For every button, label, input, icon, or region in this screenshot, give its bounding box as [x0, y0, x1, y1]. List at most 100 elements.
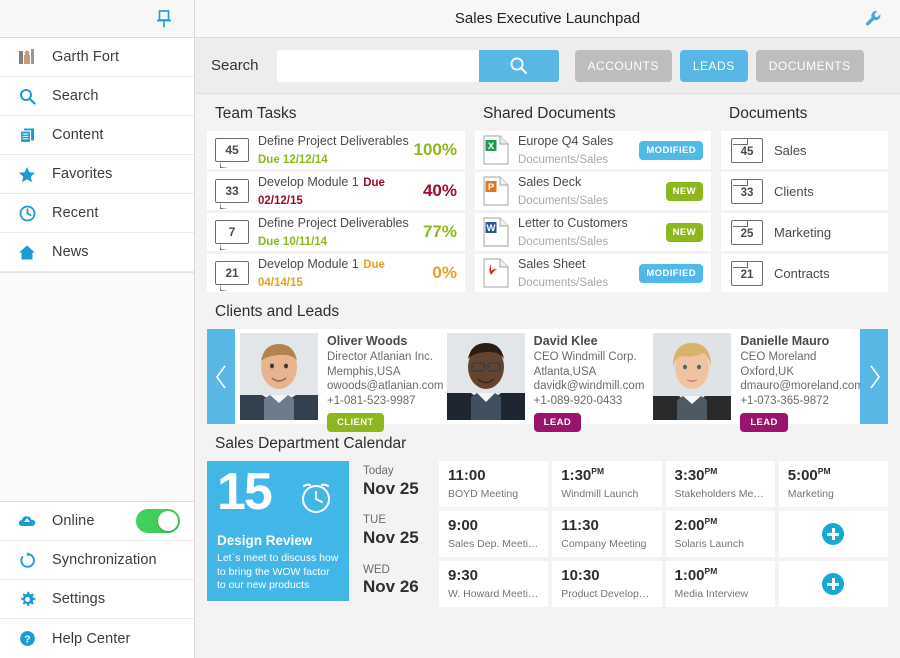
event-time: 3:30PM: [675, 467, 766, 485]
sidebar-item-label: Favorites: [52, 166, 113, 182]
tab-documents[interactable]: DOCUMENTS: [756, 50, 864, 82]
contact-email: davidk@windmill.com: [534, 379, 645, 394]
calendar-event-cell[interactable]: 9:30 W. Howard Meeting: [439, 561, 548, 607]
sidebar-item-synchronization[interactable]: Synchronization: [0, 541, 194, 580]
calendar-event-cell[interactable]: 11:00 BOYD Meeting: [439, 461, 548, 507]
plus-circle-icon[interactable]: [822, 573, 844, 595]
calendar-event-cell[interactable]: 10:30 Product Development: [552, 561, 661, 607]
folder-icon: 21: [731, 261, 763, 286]
wrench-icon[interactable]: [864, 9, 884, 29]
calendar-event-cell[interactable]: 1:00PM Media Interview: [666, 561, 775, 607]
documents-list: 45 Sales 33 Clients 25 Marketing 21: [721, 131, 888, 292]
calendar-event-cell[interactable]: 3:30PM Stakeholders Meeting: [666, 461, 775, 507]
calendar-highlight-card[interactable]: 15 Design Review Let`s meet to discuss h…: [207, 461, 349, 601]
folder-count: 45: [741, 147, 754, 162]
tab-accounts[interactable]: ACCOUNTS: [575, 50, 672, 82]
sidebar-item-help-center[interactable]: ? Help Center: [0, 619, 194, 658]
carousel-next-button[interactable]: [860, 329, 888, 424]
team-tasks-title: Team Tasks: [207, 94, 465, 131]
sidebar: Garth Fort Search Content Favorites: [0, 0, 195, 658]
search-input[interactable]: [277, 50, 479, 82]
task-row[interactable]: 21 Develop Module 1 Due 04/14/15 0%: [207, 254, 465, 292]
calendar-event-cell[interactable]: 2:00PM Solaris Launch: [666, 511, 775, 557]
folder-row[interactable]: 25 Marketing: [721, 213, 888, 251]
calendar-date-label: Today: [363, 465, 435, 479]
document-row[interactable]: Sales Sheet Documents/Sales MODIFIED: [475, 254, 711, 292]
event-description: Windmill Launch: [561, 488, 652, 502]
svg-text:?: ?: [24, 633, 30, 645]
sidebar-item-online[interactable]: Online: [0, 502, 194, 541]
documents-title: Documents: [721, 94, 888, 131]
shared-documents-title: Shared Documents: [475, 94, 711, 131]
event-description: W. Howard Meeting: [448, 588, 539, 602]
task-row[interactable]: 7 Define Project Deliverables Due 10/11/…: [207, 213, 465, 251]
calendar-event-cell[interactable]: 1:30PM Windmill Launch: [552, 461, 661, 507]
task-percent: 0%: [432, 263, 457, 283]
calendar-date: TUE Nov 25: [363, 514, 435, 547]
panels-row: Team Tasks 45 Define Project Deliverable…: [207, 94, 888, 292]
contact-card[interactable]: Danielle Mauro CEO Moreland Oxford,UK dm…: [653, 329, 860, 424]
sidebar-item-content[interactable]: Content: [0, 116, 194, 155]
carousel-prev-button[interactable]: [207, 329, 235, 424]
event-time: 11:00: [448, 467, 539, 485]
contact-location: Oxford,UK: [740, 365, 856, 380]
task-count-bubble-icon: 21: [215, 261, 249, 285]
folder-row[interactable]: 21 Contracts: [721, 254, 888, 292]
task-percent: 100%: [414, 140, 457, 160]
contact-card[interactable]: David Klee CEO Windmill Corp. Atlanta,US…: [447, 329, 654, 424]
powerpoint-file-icon: P: [483, 176, 509, 206]
document-text: Sales Sheet Documents/Sales: [518, 255, 639, 291]
contact-role: Director Atlanian Inc.: [327, 350, 443, 365]
search-button[interactable]: [479, 50, 559, 82]
status-badge: MODIFIED: [639, 264, 703, 283]
calendar-event-row: 9:30 W. Howard Meeting 10:30 Product Dev…: [439, 561, 888, 607]
contact-location: Memphis,USA: [327, 365, 443, 380]
sidebar-item-favorites[interactable]: Favorites: [0, 155, 194, 194]
contact-tag: LEAD: [740, 413, 787, 432]
content-icon: [14, 124, 40, 146]
online-toggle[interactable]: [136, 509, 180, 533]
document-name: Europe Q4 Sales: [518, 134, 613, 148]
tab-leads[interactable]: LEADS: [680, 50, 748, 82]
calendar-add-event-cell[interactable]: [779, 511, 888, 557]
sidebar-nav: Garth Fort Search Content Favorites: [0, 38, 194, 272]
sidebar-item-settings[interactable]: Settings: [0, 580, 194, 619]
folder-row[interactable]: 45 Sales: [721, 131, 888, 169]
cloud-icon: [14, 510, 40, 532]
sidebar-item-user[interactable]: Garth Fort: [0, 38, 194, 77]
plus-circle-icon[interactable]: [822, 523, 844, 545]
calendar-section: 15 Design Review Let`s meet to discuss h…: [207, 461, 888, 601]
calendar-event-cell[interactable]: 11:30 Company Meeting: [552, 511, 661, 557]
document-path: Documents/Sales: [518, 195, 608, 207]
contact-name: Oliver Woods: [327, 333, 443, 350]
folder-icon: 25: [731, 220, 763, 245]
event-description: Stakeholders Meeting: [675, 488, 766, 502]
calendar-date-value: Nov 26: [363, 577, 435, 597]
task-row[interactable]: 45 Define Project Deliverables Due 12/12…: [207, 131, 465, 169]
document-row[interactable]: W Letter to Customers Documents/Sales NE…: [475, 213, 711, 251]
document-row[interactable]: X Europe Q4 Sales Documents/Sales MODIFI…: [475, 131, 711, 169]
search-icon: [14, 85, 40, 107]
contact-card[interactable]: Oliver Woods Director Atlanian Inc. Memp…: [240, 329, 447, 424]
sidebar-item-label: Synchronization: [52, 552, 157, 568]
document-row[interactable]: P Sales Deck Documents/Sales NEW: [475, 172, 711, 210]
sidebar-item-recent[interactable]: Recent: [0, 194, 194, 233]
contact-info: Oliver Woods Director Atlanian Inc. Memp…: [318, 333, 443, 420]
calendar-event-cell[interactable]: 5:00PM Marketing: [779, 461, 888, 507]
folder-count: 33: [741, 188, 754, 203]
svg-text:X: X: [488, 141, 495, 152]
calendar-event-title: Design Review: [217, 533, 339, 549]
pushpin-icon[interactable]: [156, 9, 172, 29]
calendar-event-row: 9:00 Sales Dep. Meeting 11:30 Company Me…: [439, 511, 888, 557]
sidebar-item-search[interactable]: Search: [0, 77, 194, 116]
sidebar-item-news[interactable]: News: [0, 233, 194, 272]
calendar-event-cell[interactable]: 9:00 Sales Dep. Meeting: [439, 511, 548, 557]
calendar-add-event-cell[interactable]: [779, 561, 888, 607]
task-name: Define Project Deliverables: [258, 216, 409, 230]
event-description: Company Meeting: [561, 538, 652, 552]
folder-name: Sales: [774, 143, 807, 158]
folder-row[interactable]: 33 Clients: [721, 172, 888, 210]
title-bar: Sales Executive Launchpad: [195, 0, 900, 38]
clock-icon: [14, 202, 40, 224]
task-row[interactable]: 33 Develop Module 1 Due 02/12/15 40%: [207, 172, 465, 210]
